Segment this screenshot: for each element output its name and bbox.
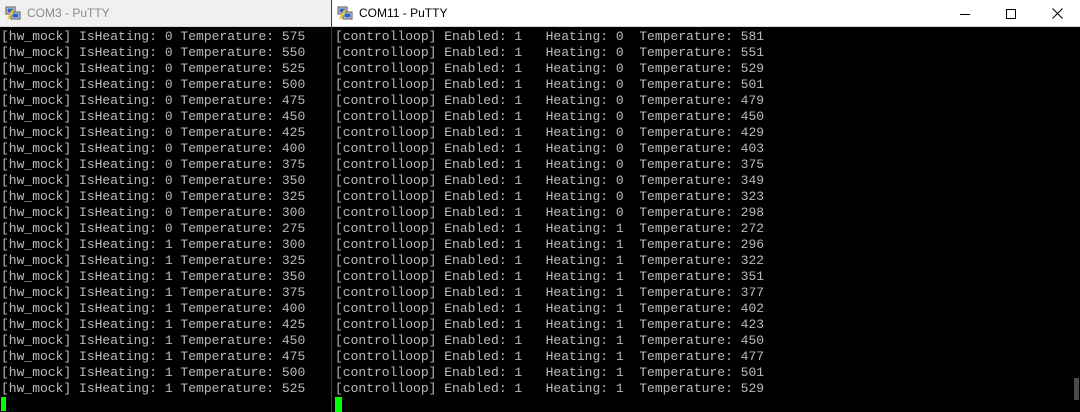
terminal-line: [controlloop] Enabled: 1 Heating: 1 Temp… xyxy=(335,381,765,396)
terminal-line: [hw_mock] IsHeating: 0 Temperature: 525 xyxy=(1,61,306,76)
terminal-line: [controlloop] Enabled: 1 Heating: 0 Temp… xyxy=(335,29,765,44)
window-title: COM11 - PuTTY xyxy=(359,6,448,20)
terminal-line: [hw_mock] IsHeating: 0 Temperature: 350 xyxy=(1,173,306,188)
terminal-line: [controlloop] Enabled: 1 Heating: 0 Temp… xyxy=(335,173,765,188)
terminal-line: [hw_mock] IsHeating: 0 Temperature: 400 xyxy=(1,141,306,156)
maximize-icon xyxy=(1006,8,1016,19)
close-icon xyxy=(1051,8,1063,19)
terminal-output: [hw_mock] IsHeating: 0 Temperature: 575[… xyxy=(1,29,305,397)
title-bar[interactable]: COM11 - PuTTY xyxy=(332,0,1080,27)
terminal-line: [hw_mock] IsHeating: 0 Temperature: 300 xyxy=(1,205,306,220)
terminal-line: [hw_mock] IsHeating: 0 Temperature: 450 xyxy=(1,109,306,124)
text-cursor xyxy=(335,397,342,412)
terminal-line: [hw_mock] IsHeating: 0 Temperature: 575 xyxy=(1,29,306,44)
terminal-area[interactable]: [hw_mock] IsHeating: 0 Temperature: 575[… xyxy=(0,27,331,412)
terminal-line: [controlloop] Enabled: 1 Heating: 1 Temp… xyxy=(335,349,765,364)
terminal-line: [controlloop] Enabled: 1 Heating: 1 Temp… xyxy=(335,365,765,380)
window-title: COM3 - PuTTY xyxy=(27,6,110,20)
terminal-line: [controlloop] Enabled: 1 Heating: 1 Temp… xyxy=(335,269,765,284)
terminal-line: [controlloop] Enabled: 1 Heating: 0 Temp… xyxy=(335,157,765,172)
maximize-button[interactable] xyxy=(988,0,1034,27)
terminal-line: [hw_mock] IsHeating: 1 Temperature: 325 xyxy=(1,253,306,268)
terminal-line: [controlloop] Enabled: 1 Heating: 1 Temp… xyxy=(335,333,765,348)
terminal-line: [hw_mock] IsHeating: 0 Temperature: 425 xyxy=(1,125,306,140)
terminal-line: [hw_mock] IsHeating: 1 Temperature: 500 xyxy=(1,365,306,380)
terminal-line: [hw_mock] IsHeating: 1 Temperature: 475 xyxy=(1,349,306,364)
terminal-line: [controlloop] Enabled: 1 Heating: 0 Temp… xyxy=(335,205,765,220)
terminal-line: [hw_mock] IsHeating: 1 Temperature: 525 xyxy=(1,381,306,396)
terminal-line: [hw_mock] IsHeating: 0 Temperature: 500 xyxy=(1,77,306,92)
terminal-line: [controlloop] Enabled: 1 Heating: 0 Temp… xyxy=(335,93,765,108)
title-bar[interactable]: COM3 - PuTTY xyxy=(0,0,331,27)
text-cursor xyxy=(1,397,6,411)
terminal-line: [hw_mock] IsHeating: 1 Temperature: 300 xyxy=(1,237,306,252)
minimize-icon xyxy=(960,13,970,15)
terminal-line: [hw_mock] IsHeating: 0 Temperature: 550 xyxy=(1,45,306,60)
terminal-line: [hw_mock] IsHeating: 1 Temperature: 400 xyxy=(1,301,306,316)
terminal-line: [hw_mock] IsHeating: 0 Temperature: 375 xyxy=(1,157,306,172)
minimize-button[interactable] xyxy=(942,0,988,27)
close-button[interactable] xyxy=(1034,0,1080,27)
window-controls xyxy=(942,0,1080,27)
terminal-line: [controlloop] Enabled: 1 Heating: 0 Temp… xyxy=(335,61,765,76)
scrollbar-thumb[interactable] xyxy=(1074,378,1079,400)
terminal-line: [controlloop] Enabled: 1 Heating: 1 Temp… xyxy=(335,301,765,316)
putty-window-com3[interactable]: COM3 - PuTTY [hw_mock] IsHeating: 0 Temp… xyxy=(0,0,331,412)
terminal-line: [controlloop] Enabled: 1 Heating: 1 Temp… xyxy=(335,253,765,268)
terminal-line: [hw_mock] IsHeating: 1 Temperature: 375 xyxy=(1,285,306,300)
terminal-line: [controlloop] Enabled: 1 Heating: 0 Temp… xyxy=(335,45,765,60)
terminal-line: [controlloop] Enabled: 1 Heating: 1 Temp… xyxy=(335,237,765,252)
terminal-line: [controlloop] Enabled: 1 Heating: 1 Temp… xyxy=(335,221,765,236)
putty-icon xyxy=(5,6,21,20)
vertical-scrollbar[interactable] xyxy=(1073,27,1080,412)
terminal-area[interactable]: [controlloop] Enabled: 1 Heating: 0 Temp… xyxy=(332,27,1080,412)
terminal-line: [controlloop] Enabled: 1 Heating: 0 Temp… xyxy=(335,141,765,156)
terminal-line: [controlloop] Enabled: 1 Heating: 0 Temp… xyxy=(335,189,765,204)
terminal-line: [controlloop] Enabled: 1 Heating: 0 Temp… xyxy=(335,125,765,140)
putty-window-com11[interactable]: COM11 - PuTTY [controlloop] Enabled: 1 H… xyxy=(331,0,1080,412)
terminal-line: [controlloop] Enabled: 1 Heating: 0 Temp… xyxy=(335,109,765,124)
terminal-line: [controlloop] Enabled: 1 Heating: 1 Temp… xyxy=(335,285,765,300)
terminal-line: [hw_mock] IsHeating: 1 Temperature: 350 xyxy=(1,269,306,284)
putty-icon xyxy=(337,6,353,20)
terminal-line: [controlloop] Enabled: 1 Heating: 0 Temp… xyxy=(335,77,765,92)
terminal-line: [hw_mock] IsHeating: 1 Temperature: 425 xyxy=(1,317,306,332)
terminal-line: [hw_mock] IsHeating: 0 Temperature: 325 xyxy=(1,189,306,204)
terminal-line: [controlloop] Enabled: 1 Heating: 1 Temp… xyxy=(335,317,765,332)
terminal-line: [hw_mock] IsHeating: 0 Temperature: 275 xyxy=(1,221,306,236)
terminal-line: [hw_mock] IsHeating: 1 Temperature: 450 xyxy=(1,333,306,348)
terminal-output: [controlloop] Enabled: 1 Heating: 0 Temp… xyxy=(335,29,764,397)
terminal-line: [hw_mock] IsHeating: 0 Temperature: 475 xyxy=(1,93,306,108)
